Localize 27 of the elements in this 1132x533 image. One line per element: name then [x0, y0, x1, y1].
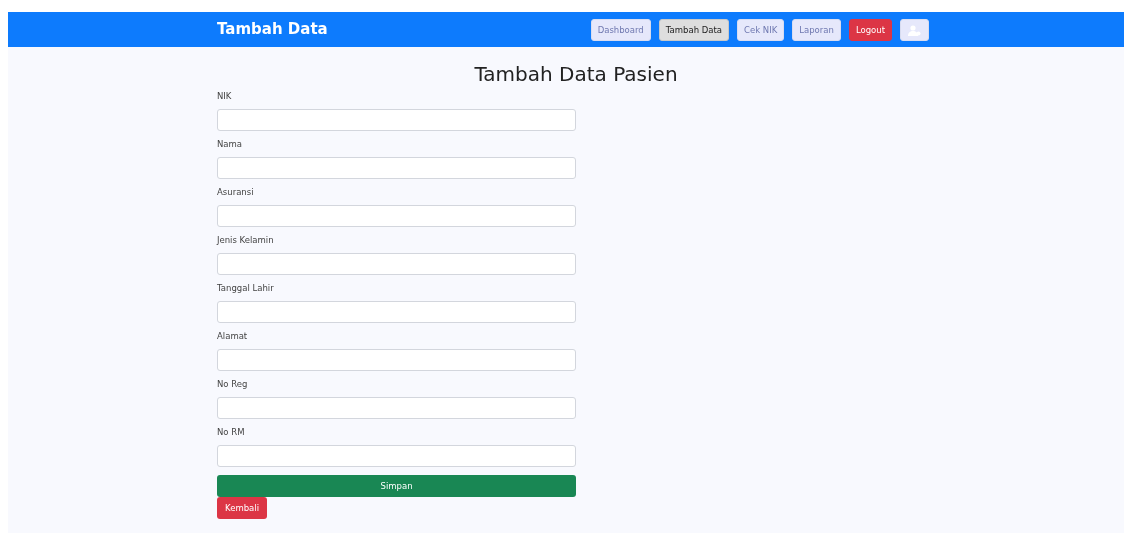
nav-button[interactable]: Laporan	[792, 18, 841, 41]
page-title: Tambah Data Pasien	[473, 61, 679, 87]
field-label: Tanggal Lahir	[217, 283, 275, 294]
brand-title[interactable]: Tambah Data	[217, 18, 328, 41]
input-field[interactable]	[217, 253, 576, 275]
logout-button[interactable]: Logout	[848, 18, 892, 41]
input-field[interactable]	[217, 349, 576, 371]
back-button[interactable]: Kembali	[217, 497, 267, 519]
save-button[interactable]: Simpan	[217, 475, 576, 497]
input-field[interactable]	[217, 157, 576, 179]
input-field[interactable]	[217, 205, 576, 227]
nav-button[interactable]: Dashboard	[590, 18, 651, 41]
input-field[interactable]	[217, 397, 576, 419]
nav-button[interactable]: Tambah Data	[658, 18, 729, 41]
user-icon	[908, 24, 921, 36]
field-label: No Reg	[217, 379, 249, 390]
input-field[interactable]	[217, 109, 576, 131]
field-label: Alamat	[217, 331, 249, 342]
field-label: NIK	[217, 91, 233, 102]
input-field[interactable]	[217, 301, 576, 323]
field-label: Jenis Kelamin	[217, 235, 275, 246]
field-label: No RM	[217, 427, 246, 438]
field-label: Asuransi	[217, 187, 255, 198]
user-button[interactable]	[900, 18, 929, 41]
nav-button[interactable]: Cek NIK	[737, 18, 785, 41]
field-label: Nama	[217, 139, 244, 150]
input-field[interactable]	[217, 445, 576, 467]
